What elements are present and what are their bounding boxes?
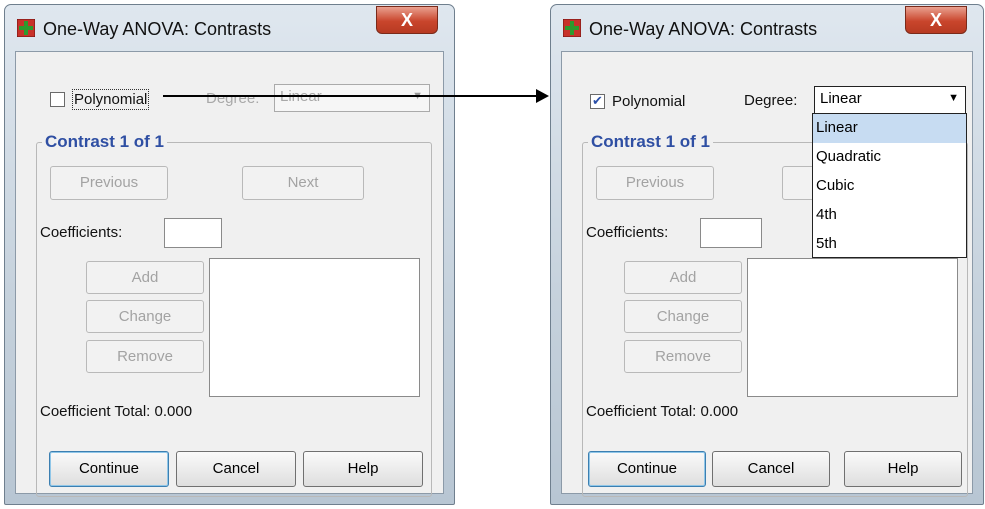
window-title: One-Way ANOVA: Contrasts	[43, 19, 272, 39]
degree-option-cubic[interactable]: Cubic	[813, 172, 966, 201]
change-button[interactable]: Change	[624, 300, 742, 333]
contrasts-dialog-before: One-Way ANOVA: Contrasts X Polynomial De…	[4, 4, 455, 505]
continue-button[interactable]: Continue	[588, 451, 706, 487]
close-button[interactable]: X	[376, 6, 438, 34]
degree-label: Degree:	[744, 92, 798, 109]
right-arrow-icon	[163, 95, 546, 97]
cancel-button[interactable]: Cancel	[176, 451, 296, 487]
window-title: One-Way ANOVA: Contrasts	[589, 19, 818, 39]
next-button[interactable]: Next	[242, 166, 364, 200]
coefficients-label: Coefficients:	[586, 224, 669, 241]
add-button[interactable]: Add	[86, 261, 204, 294]
polynomial-checkbox[interactable]	[590, 93, 605, 109]
dialog-body: Polynomial Degree: Linear ▼ Contrast 1 o…	[15, 51, 444, 497]
coefficients-input[interactable]	[700, 218, 762, 248]
spss-plus-icon	[563, 19, 581, 37]
coefficients-label: Coefficients:	[40, 224, 123, 241]
polynomial-checkbox[interactable]	[50, 92, 65, 107]
degree-dropdown-list: Linear Quadratic Cubic 4th 5th	[812, 113, 967, 258]
change-button[interactable]: Change	[86, 300, 204, 333]
degree-option-4th[interactable]: 4th	[813, 201, 966, 230]
remove-button[interactable]: Remove	[624, 340, 742, 373]
degree-combobox[interactable]: Linear ▼	[814, 86, 966, 114]
arrowhead-icon	[536, 89, 549, 103]
help-button[interactable]: Help	[844, 451, 962, 487]
help-button[interactable]: Help	[303, 451, 423, 487]
cancel-button[interactable]: Cancel	[712, 451, 830, 487]
polynomial-label[interactable]: Polynomial	[71, 89, 150, 110]
degree-combobox[interactable]: Linear ▼	[274, 84, 430, 112]
coefficients-list[interactable]	[747, 258, 958, 397]
title-bar[interactable]: One-Way ANOVA: Contrasts X	[5, 5, 454, 51]
add-button[interactable]: Add	[624, 261, 742, 294]
contrasts-dialog-after: One-Way ANOVA: Contrasts X Polynomial De…	[550, 4, 984, 505]
degree-value: Linear	[820, 90, 862, 107]
chevron-down-icon: ▼	[948, 92, 959, 104]
coefficients-list[interactable]	[209, 258, 420, 397]
polynomial-label[interactable]: Polynomial	[612, 93, 685, 110]
contrast-group-label: Contrast 1 of 1	[42, 132, 168, 152]
remove-button[interactable]: Remove	[86, 340, 204, 373]
degree-label: Degree:	[206, 90, 260, 107]
coefficients-input[interactable]	[164, 218, 222, 248]
previous-button[interactable]: Previous	[50, 166, 168, 200]
spss-plus-icon	[17, 19, 35, 37]
contrast-group-label: Contrast 1 of 1	[588, 132, 714, 152]
degree-option-linear[interactable]: Linear	[813, 114, 966, 143]
close-button[interactable]: X	[905, 6, 967, 34]
coefficient-total: Coefficient Total: 0.000	[586, 403, 739, 420]
title-bar[interactable]: One-Way ANOVA: Contrasts X	[551, 5, 983, 51]
degree-option-quadratic[interactable]: Quadratic	[813, 143, 966, 172]
coefficient-total: Coefficient Total: 0.000	[40, 403, 193, 420]
degree-option-5th[interactable]: 5th	[813, 230, 966, 259]
dialog-body: Polynomial Degree: Linear ▼ Linear Quadr…	[561, 51, 973, 497]
continue-button[interactable]: Continue	[49, 451, 169, 487]
previous-button[interactable]: Previous	[596, 166, 714, 200]
